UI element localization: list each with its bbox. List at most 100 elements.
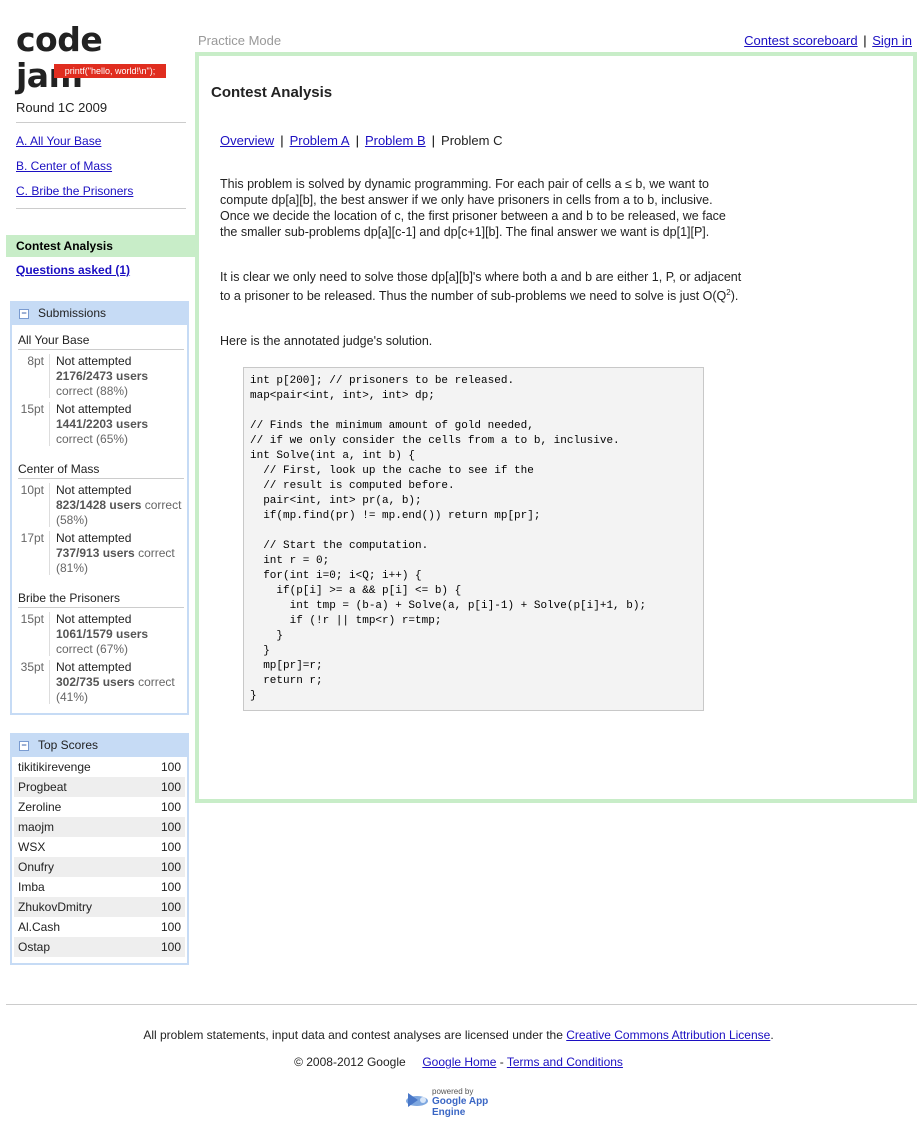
score-row: Al.Cash 100 — [14, 917, 185, 937]
contestant-score: 100 — [160, 800, 181, 814]
score-row: Progbeat 100 — [14, 777, 185, 797]
contestant-score: 100 — [160, 840, 181, 854]
score-row: Onufry 100 — [14, 857, 185, 877]
attempt-status: Not attempted — [56, 612, 132, 626]
tab-problem-c: Problem C — [441, 133, 503, 148]
contestant-score: 100 — [160, 820, 181, 834]
analysis-paragraph: It is clear we only need to solve those … — [220, 269, 745, 304]
paragraph-text: It is clear we only need to solve those … — [220, 270, 742, 304]
contestant-score: 100 — [160, 920, 181, 934]
points-label: 10pt — [20, 483, 44, 497]
logo-tagline: printf("hello, world!\n"); — [54, 64, 166, 78]
correct-users-count: 1061/1579 users — [56, 627, 149, 641]
top-scores-panel: − Top Scores tikitikirevenge 100 Progbeat… — [10, 733, 189, 965]
correct-percent: (81%) — [56, 561, 89, 575]
correct-users-count: 302/735 users — [56, 675, 135, 689]
sidebar-problem-b-link[interactable]: B. Center of Mass — [16, 159, 112, 173]
license-notice: All problem statements, input data and c… — [0, 1028, 917, 1042]
sign-in-link[interactable]: Sign in — [872, 33, 912, 48]
paragraph-text: ). — [730, 289, 739, 304]
powered-by-label: powered by — [432, 1087, 474, 1096]
contestant-name: Zeroline — [18, 800, 62, 814]
row-divider — [49, 483, 50, 527]
submissions-section-bribe-the-prisoners: Bribe the Prisoners 15pt Not attempted 1… — [18, 590, 184, 704]
submissions-section-all-your-base: All Your Base 8pt Not attempted 2176/247… — [18, 332, 184, 446]
correct-users-count: 2176/2473 users — [56, 369, 149, 383]
contestant-name: WSX — [18, 840, 46, 854]
tab-problem-b[interactable]: Problem B — [365, 133, 426, 148]
correct-percent: (65%) — [96, 432, 129, 446]
creative-commons-link[interactable]: Creative Commons Attribution License — [566, 1028, 770, 1042]
section-title: Bribe the Prisoners — [18, 590, 184, 608]
contestant-name: Ostap — [18, 940, 51, 954]
correct-percent: (67%) — [96, 642, 129, 656]
contestant-score: 100 — [160, 900, 181, 914]
correct-users-count: 823/1428 users — [56, 498, 142, 512]
solution-code-block: int p[200]; // prisoners to be released.… — [243, 367, 704, 711]
logo-wordmark: code jam — [16, 20, 103, 95]
sidebar-contest-analysis-tab[interactable]: Contest Analysis — [6, 235, 196, 257]
app-engine-badge[interactable]: powered by Google App Engine — [404, 1087, 522, 1118]
app-engine-label: Google App Engine — [432, 1096, 489, 1118]
section-title: All Your Base — [18, 332, 184, 350]
google-home-link[interactable]: Google Home — [422, 1055, 496, 1069]
attempt-status: Not attempted — [56, 531, 132, 545]
sidebar-problem-a-link[interactable]: A. All Your Base — [16, 134, 101, 148]
submissions-section-center-of-mass: Center of Mass 10pt Not attempted 823/14… — [18, 461, 184, 575]
tab-overview[interactable]: Overview — [220, 133, 274, 148]
correct-label: correct — [56, 642, 93, 656]
score-row: tikitikirevenge 100 — [14, 757, 185, 777]
points-label: 35pt — [20, 660, 44, 674]
points-label: 17pt — [20, 531, 44, 545]
contestant-name: tikitikirevenge — [18, 760, 91, 774]
row-divider — [49, 402, 50, 446]
attempt-status: Not attempted — [56, 483, 132, 497]
correct-label: correct — [138, 675, 175, 689]
terms-link[interactable]: Terms and Conditions — [507, 1055, 623, 1069]
submissions-title: Submissions — [38, 306, 107, 320]
attempt-status: Not attempted — [56, 402, 132, 416]
tab-separator: | — [355, 133, 359, 148]
page-title: Contest Analysis — [211, 84, 333, 101]
copyright-line: © 2008-2012 Google Google Home - Terms a… — [0, 1055, 917, 1069]
top-links-separator: | — [863, 33, 867, 48]
contestant-score: 100 — [160, 860, 181, 874]
top-scores-header: − Top Scores — [12, 733, 187, 757]
tab-problem-a[interactable]: Problem A — [290, 133, 350, 148]
correct-percent: (88%) — [96, 384, 129, 398]
top-links: Contest scoreboard | Sign in — [744, 33, 912, 48]
contestant-name: ZhukovDmitry — [18, 900, 93, 914]
score-row: Imba 100 — [14, 877, 185, 897]
practice-mode-label: Practice Mode — [198, 33, 282, 48]
correct-percent: (41%) — [56, 690, 89, 704]
contestant-name: Progbeat — [18, 780, 67, 794]
contestant-name: Onufry — [18, 860, 55, 874]
score-row: Zeroline 100 — [14, 797, 185, 817]
top-scores-title: Top Scores — [38, 738, 99, 752]
attempt-status: Not attempted — [56, 660, 132, 674]
sidebar-divider — [16, 208, 186, 209]
attempt-status: Not attempted — [56, 354, 132, 368]
row-divider — [49, 612, 50, 656]
collapse-icon[interactable]: − — [19, 309, 29, 319]
correct-users-count: 737/913 users — [56, 546, 135, 560]
questions-asked-link[interactable]: Questions asked (1) — [16, 263, 130, 277]
sidebar-divider — [16, 122, 186, 123]
contest-scoreboard-link[interactable]: Contest scoreboard — [744, 33, 857, 48]
sidebar-problem-c-link[interactable]: C. Bribe the Prisoners — [16, 184, 133, 198]
code-jam-logo[interactable]: code jam printf("hello, world!\n"); — [16, 22, 171, 94]
analysis-paragraph: Here is the annotated judge's solution. — [220, 334, 433, 348]
contestant-score: 100 — [160, 780, 181, 794]
contestant-name: maojm — [18, 820, 55, 834]
correct-label: correct — [56, 432, 93, 446]
score-row: WSX 100 — [14, 837, 185, 857]
collapse-icon[interactable]: − — [19, 741, 29, 751]
points-label: 8pt — [27, 354, 44, 368]
correct-label: correct — [138, 546, 175, 560]
license-period: . — [770, 1028, 774, 1042]
contestant-name: Imba — [18, 880, 45, 894]
contest-analysis-panel: Contest Analysis Overview | Problem A | Prob… — [195, 52, 917, 803]
footer-divider — [6, 1004, 917, 1005]
contestant-score: 100 — [160, 760, 181, 774]
correct-label: correct — [56, 384, 93, 398]
